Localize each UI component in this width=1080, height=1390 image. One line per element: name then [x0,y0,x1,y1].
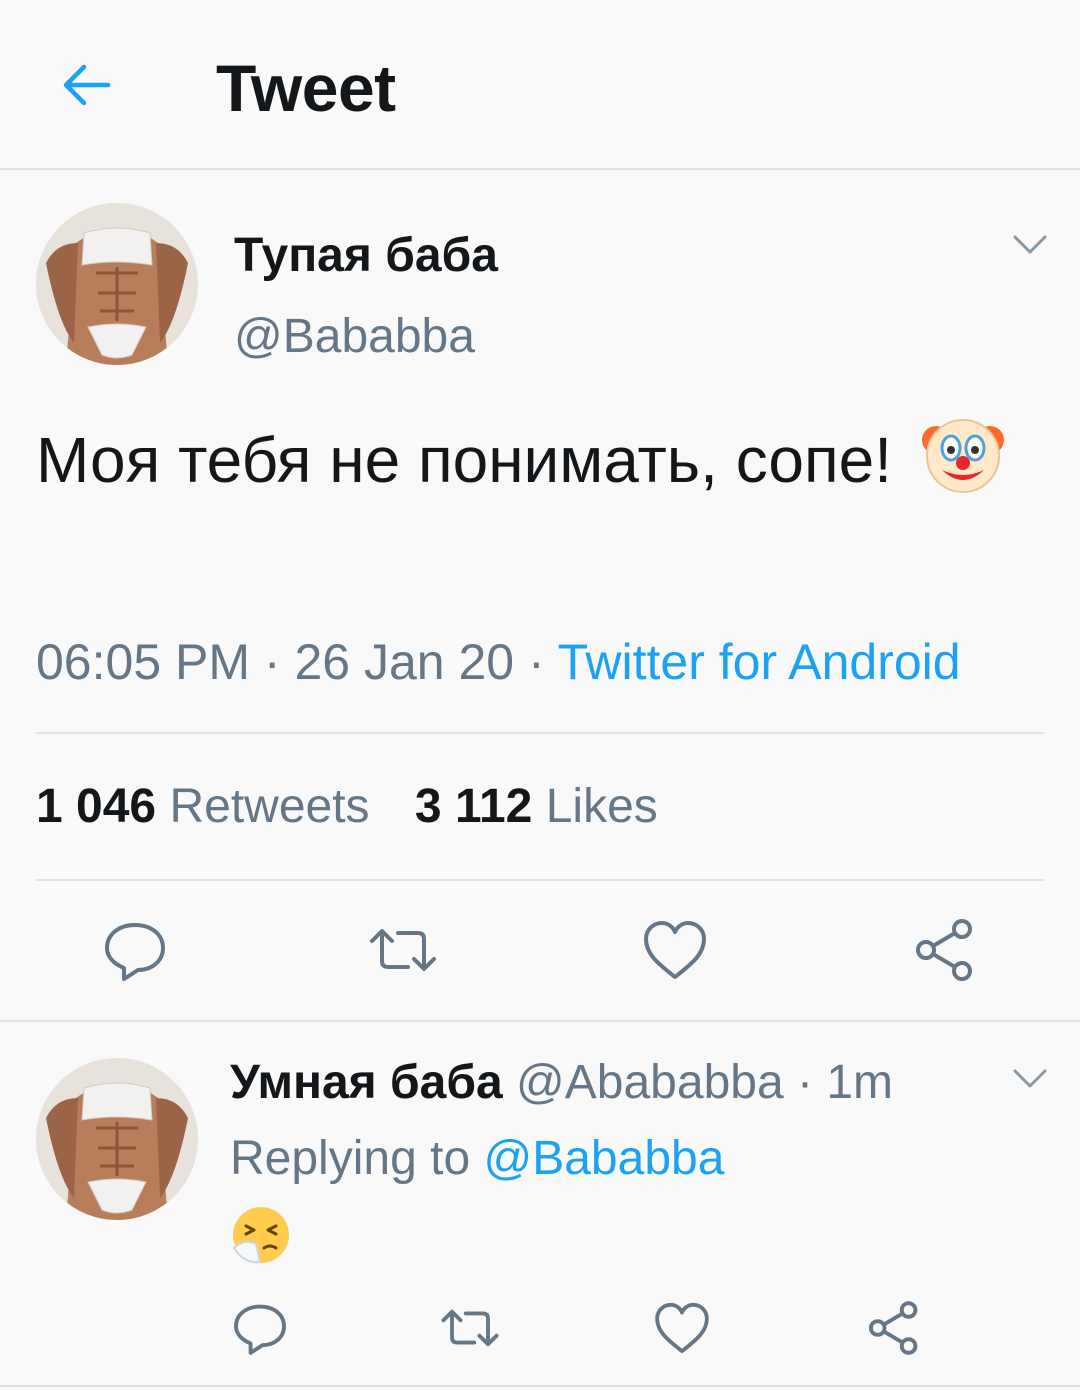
tweet-source-link[interactable]: Twitter for Android [558,634,961,690]
tweet-date: 26 Jan 20 [294,634,515,690]
stats-divider-bottom [36,879,1044,881]
reply-icon[interactable] [100,915,170,985]
retweets-label: Retweets [169,780,370,833]
tweet-stats: 1 046 Retweets 3 112 Likes [36,778,658,836]
bottom-divider [0,1385,1080,1387]
avatar[interactable] [36,203,198,365]
sneezing-face-emoji [232,1207,289,1264]
tweet-meta: 06:05 PM · 26 Jan 20 · Twitter for Andro… [36,632,961,692]
like-icon[interactable] [640,915,710,985]
retweets-count: 1 046 [36,780,157,833]
replying-to: Replying to @Bababba [230,1130,724,1188]
retweet-icon[interactable] [368,915,438,985]
author-handle[interactable]: @Bababba [234,308,475,366]
share-icon[interactable] [910,915,980,985]
meta-separator: · [514,634,558,690]
reply-header: Умная баба @Abababba · 1m [230,1054,893,1112]
reply-share-icon[interactable] [864,1298,924,1358]
reply-avatar[interactable] [36,1058,198,1220]
meta-separator: · [250,634,295,690]
replying-to-handle[interactable]: @Bababba [483,1132,724,1185]
tweet-time: 06:05 PM [36,634,251,690]
likes-stat[interactable]: 3 112 Likes [415,780,658,833]
tweet-text: Моя тебя не понимать, сопе! [36,410,1036,507]
author-name[interactable]: Тупая баба [234,227,498,285]
arrow-left-icon[interactable] [58,58,112,112]
clown-face-emoji [921,419,1004,493]
reply-author-name[interactable]: Умная баба [230,1056,503,1109]
stats-divider-top [36,732,1044,734]
page-title: Tweet [216,51,396,125]
reply-retweet-icon[interactable] [440,1298,500,1358]
tweet-body: Моя тебя не понимать, сопе! [36,424,893,496]
header-divider [0,168,1080,170]
reply-author-handle[interactable]: @Abababba [516,1056,784,1109]
reply-like-icon[interactable] [652,1298,712,1358]
top-app-bar: Tweet [0,0,1080,168]
reply-time: 1m [826,1056,893,1109]
likes-count: 3 112 [414,780,533,833]
reply-chevron-down-icon[interactable] [1012,1068,1048,1090]
likes-label: Likes [545,780,658,833]
replying-to-label: Replying to [230,1132,471,1185]
tweet-divider [0,1020,1080,1022]
reply-reply-icon[interactable] [230,1298,290,1358]
reply-separator: · [783,1056,827,1109]
retweets-stat[interactable]: 1 046 Retweets [36,780,370,833]
chevron-down-icon[interactable] [1012,234,1048,256]
